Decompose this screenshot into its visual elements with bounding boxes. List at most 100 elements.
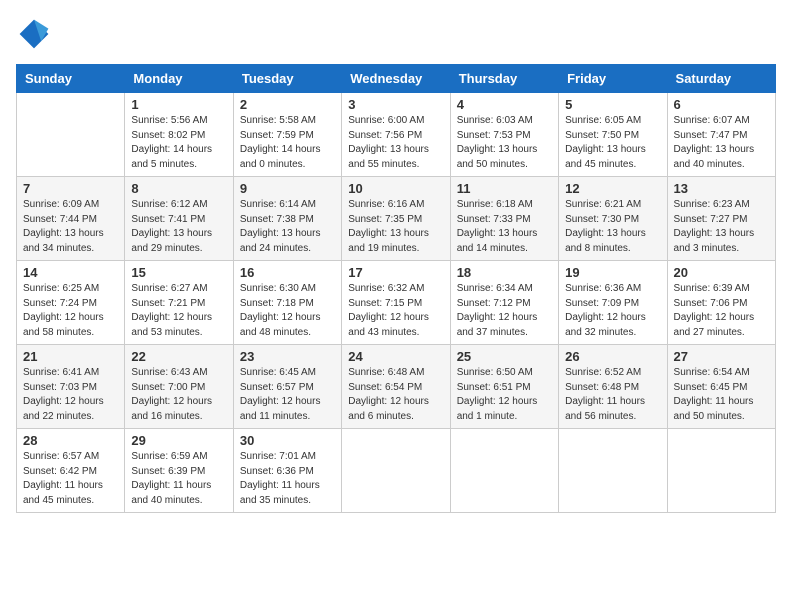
header-cell-monday: Monday	[125, 65, 233, 93]
day-number: 18	[457, 265, 552, 280]
day-number: 27	[674, 349, 769, 364]
day-info: Sunrise: 6:59 AM Sunset: 6:39 PM Dayligh…	[131, 450, 226, 508]
day-number: 16	[240, 265, 335, 280]
day-cell: 26 Sunrise: 6:52 AM Sunset: 6:48 PM Dayli…	[559, 345, 667, 429]
day-info: Sunrise: 6:32 AM Sunset: 7:15 PM Dayligh…	[348, 282, 443, 340]
week-row-2: 7 Sunrise: 6:09 AM Sunset: 7:44 PM Daylig…	[17, 177, 776, 261]
day-info: Sunrise: 6:54 AM Sunset: 6:45 PM Dayligh…	[674, 366, 769, 424]
day-info: Sunrise: 6:00 AM Sunset: 7:56 PM Dayligh…	[348, 114, 443, 172]
day-number: 22	[131, 349, 226, 364]
day-info: Sunrise: 6:07 AM Sunset: 7:47 PM Dayligh…	[674, 114, 769, 172]
week-row-5: 28Sunrise: 6:57 AM Sunset: 6:42 PM Dayli…	[17, 429, 776, 513]
day-cell: 16 Sunrise: 6:30 AM Sunset: 7:18 PM Dayli…	[233, 261, 341, 345]
day-cell: 22 Sunrise: 6:43 AM Sunset: 7:00 PM Dayli…	[125, 345, 233, 429]
day-number: 7	[23, 181, 118, 196]
day-info: Sunrise: 6:03 AM Sunset: 7:53 PM Dayligh…	[457, 114, 552, 172]
day-number: 11	[457, 181, 552, 196]
day-cell: 6 Sunrise: 6:07 AM Sunset: 7:47 PM Daylig…	[667, 93, 775, 177]
day-cell: 3 Sunrise: 6:00 AM Sunset: 7:56 PM Daylig…	[342, 93, 450, 177]
day-number: 3	[348, 97, 443, 112]
day-info: Sunrise: 6:23 AM Sunset: 7:27 PM Dayligh…	[674, 198, 769, 256]
day-number: 24	[348, 349, 443, 364]
day-cell: 17 Sunrise: 6:32 AM Sunset: 7:15 PM Dayli…	[342, 261, 450, 345]
day-cell: 5 Sunrise: 6:05 AM Sunset: 7:50 PM Daylig…	[559, 93, 667, 177]
header-cell-sunday: Sunday	[17, 65, 125, 93]
day-info: Sunrise: 6:52 AM Sunset: 6:48 PM Dayligh…	[565, 366, 660, 424]
day-number: 17	[348, 265, 443, 280]
logo	[16, 16, 56, 52]
day-cell: 1 Sunrise: 5:56 AM Sunset: 8:02 PM Daylig…	[125, 93, 233, 177]
day-info: Sunrise: 6:48 AM Sunset: 6:54 PM Dayligh…	[348, 366, 443, 424]
day-info: Sunrise: 6:39 AM Sunset: 7:06 PM Dayligh…	[674, 282, 769, 340]
day-info: Sunrise: 6:09 AM Sunset: 7:44 PM Dayligh…	[23, 198, 118, 256]
day-number: 10	[348, 181, 443, 196]
day-cell: 8Sunrise: 6:12 AM Sunset: 7:41 PM Daylig…	[125, 177, 233, 261]
day-cell: 15Sunrise: 6:27 AM Sunset: 7:21 PM Dayli…	[125, 261, 233, 345]
page-header	[16, 16, 776, 52]
day-number: 12	[565, 181, 660, 196]
week-row-1: 1 Sunrise: 5:56 AM Sunset: 8:02 PM Daylig…	[17, 93, 776, 177]
day-number: 4	[457, 97, 552, 112]
day-cell: 10 Sunrise: 6:16 AM Sunset: 7:35 PM Dayli…	[342, 177, 450, 261]
calendar-body: 1 Sunrise: 5:56 AM Sunset: 8:02 PM Daylig…	[17, 93, 776, 513]
day-cell: 18 Sunrise: 6:34 AM Sunset: 7:12 PM Dayli…	[450, 261, 558, 345]
day-cell: 19 Sunrise: 6:36 AM Sunset: 7:09 PM Dayli…	[559, 261, 667, 345]
day-info: Sunrise: 5:56 AM Sunset: 8:02 PM Dayligh…	[131, 114, 226, 172]
header-row: SundayMondayTuesdayWednesdayThursdayFrid…	[17, 65, 776, 93]
day-number: 25	[457, 349, 552, 364]
day-number: 15	[131, 265, 226, 280]
week-row-3: 14 Sunrise: 6:25 AM Sunset: 7:24 PM Dayli…	[17, 261, 776, 345]
day-number: 26	[565, 349, 660, 364]
day-info: Sunrise: 7:01 AM Sunset: 6:36 PM Dayligh…	[240, 450, 335, 508]
day-info: Sunrise: 6:45 AM Sunset: 6:57 PM Dayligh…	[240, 366, 335, 424]
header-cell-wednesday: Wednesday	[342, 65, 450, 93]
day-number: 1	[131, 97, 226, 112]
header-cell-thursday: Thursday	[450, 65, 558, 93]
day-number: 30	[240, 433, 335, 448]
header-cell-saturday: Saturday	[667, 65, 775, 93]
day-cell	[17, 93, 125, 177]
day-cell: 12Sunrise: 6:21 AM Sunset: 7:30 PM Dayli…	[559, 177, 667, 261]
day-number: 2	[240, 97, 335, 112]
day-cell: 2 Sunrise: 5:58 AM Sunset: 7:59 PM Daylig…	[233, 93, 341, 177]
day-info: Sunrise: 6:43 AM Sunset: 7:00 PM Dayligh…	[131, 366, 226, 424]
calendar-table: SundayMondayTuesdayWednesdayThursdayFrid…	[16, 64, 776, 513]
day-number: 5	[565, 97, 660, 112]
day-cell: 23Sunrise: 6:45 AM Sunset: 6:57 PM Dayli…	[233, 345, 341, 429]
day-number: 6	[674, 97, 769, 112]
day-info: Sunrise: 6:34 AM Sunset: 7:12 PM Dayligh…	[457, 282, 552, 340]
logo-icon	[16, 16, 52, 52]
day-number: 19	[565, 265, 660, 280]
day-cell: 4 Sunrise: 6:03 AM Sunset: 7:53 PM Daylig…	[450, 93, 558, 177]
day-number: 14	[23, 265, 118, 280]
day-cell: 13Sunrise: 6:23 AM Sunset: 7:27 PM Dayli…	[667, 177, 775, 261]
day-cell: 24 Sunrise: 6:48 AM Sunset: 6:54 PM Dayli…	[342, 345, 450, 429]
day-cell	[342, 429, 450, 513]
day-cell: 30 Sunrise: 7:01 AM Sunset: 6:36 PM Dayli…	[233, 429, 341, 513]
day-cell	[559, 429, 667, 513]
day-number: 29	[131, 433, 226, 448]
day-info: Sunrise: 6:16 AM Sunset: 7:35 PM Dayligh…	[348, 198, 443, 256]
day-info: Sunrise: 6:36 AM Sunset: 7:09 PM Dayligh…	[565, 282, 660, 340]
day-cell: 29 Sunrise: 6:59 AM Sunset: 6:39 PM Dayli…	[125, 429, 233, 513]
day-cell: 28Sunrise: 6:57 AM Sunset: 6:42 PM Dayli…	[17, 429, 125, 513]
day-info: Sunrise: 5:58 AM Sunset: 7:59 PM Dayligh…	[240, 114, 335, 172]
day-info: Sunrise: 6:14 AM Sunset: 7:38 PM Dayligh…	[240, 198, 335, 256]
day-cell: 14 Sunrise: 6:25 AM Sunset: 7:24 PM Dayli…	[17, 261, 125, 345]
day-number: 8	[131, 181, 226, 196]
day-cell: 27 Sunrise: 6:54 AM Sunset: 6:45 PM Dayli…	[667, 345, 775, 429]
day-info: Sunrise: 6:25 AM Sunset: 7:24 PM Dayligh…	[23, 282, 118, 340]
day-info: Sunrise: 6:30 AM Sunset: 7:18 PM Dayligh…	[240, 282, 335, 340]
day-number: 28	[23, 433, 118, 448]
day-info: Sunrise: 6:50 AM Sunset: 6:51 PM Dayligh…	[457, 366, 552, 424]
day-cell: 11 Sunrise: 6:18 AM Sunset: 7:33 PM Dayli…	[450, 177, 558, 261]
header-cell-friday: Friday	[559, 65, 667, 93]
day-info: Sunrise: 6:18 AM Sunset: 7:33 PM Dayligh…	[457, 198, 552, 256]
day-info: Sunrise: 6:41 AM Sunset: 7:03 PM Dayligh…	[23, 366, 118, 424]
day-info: Sunrise: 6:05 AM Sunset: 7:50 PM Dayligh…	[565, 114, 660, 172]
day-number: 9	[240, 181, 335, 196]
day-number: 21	[23, 349, 118, 364]
day-cell: 25 Sunrise: 6:50 AM Sunset: 6:51 PM Dayli…	[450, 345, 558, 429]
day-cell: 9 Sunrise: 6:14 AM Sunset: 7:38 PM Daylig…	[233, 177, 341, 261]
calendar-header: SundayMondayTuesdayWednesdayThursdayFrid…	[17, 65, 776, 93]
